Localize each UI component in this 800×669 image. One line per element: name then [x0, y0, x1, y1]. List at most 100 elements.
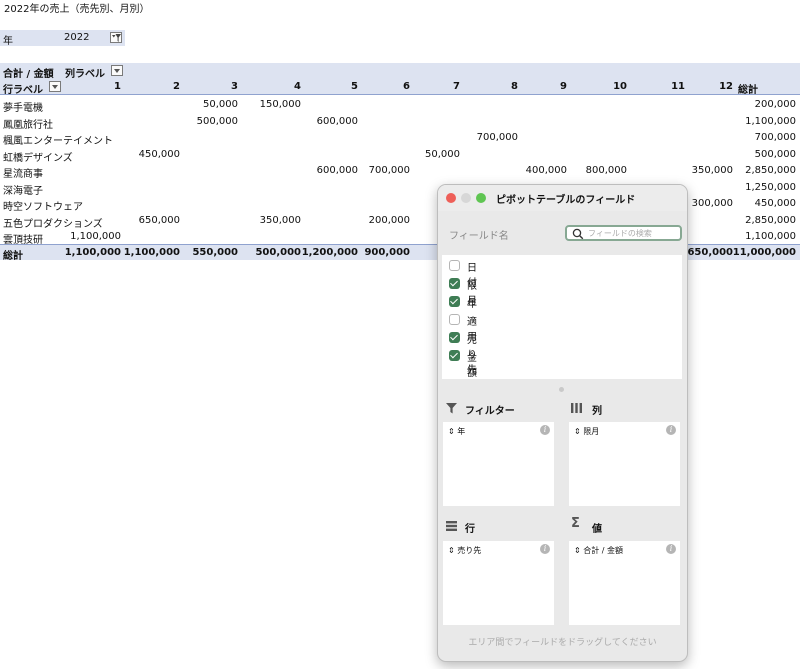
data-cell: 350,000 — [259, 214, 301, 226]
row-total-cell: 200,000 — [754, 99, 796, 110]
row-labels-dropdown-icon[interactable] — [49, 81, 61, 92]
item-label: 合計 / 金額 — [583, 546, 624, 555]
row-total-cell: 1,100,000 — [745, 231, 796, 242]
panel-title: ピボットテーブルのフィールド — [496, 195, 636, 206]
checkbox[interactable] — [449, 260, 460, 271]
checkbox[interactable] — [449, 350, 460, 361]
grand-total-cell: 650,000 — [687, 247, 733, 258]
columns-icon — [571, 403, 582, 413]
grand-total-cell: 1,100,000 — [64, 247, 121, 258]
month-header: 9 — [560, 81, 567, 92]
checkbox[interactable] — [449, 296, 460, 307]
month-header: 5 — [351, 81, 358, 92]
month-header: 1 — [114, 81, 121, 92]
values-area-label: 値 — [592, 524, 602, 535]
data-cell: 300,000 — [691, 198, 733, 209]
row-label: 鳳凰旅行社 — [3, 119, 53, 131]
row-label: 時空ソフトウェア — [3, 202, 83, 213]
pivot-fields-panel: ピボットテーブルのフィールド フィールド名 フィールドの検索 日付 限月 年 適… — [437, 184, 688, 662]
rows-area-item[interactable]: ⇕ 売り先 — [448, 545, 481, 556]
grand-total-header: 総計 — [738, 85, 758, 96]
data-cell: 450,000 — [138, 148, 180, 160]
checkbox[interactable] — [449, 314, 460, 325]
table-row: 鳳凰旅行社 500,000 600,000 1,100,000 — [0, 114, 800, 131]
field-search-input[interactable]: フィールドの検索 — [565, 225, 682, 241]
row-total-cell: 450,000 — [754, 198, 796, 209]
panel-titlebar: ピボットテーブルのフィールド — [438, 185, 687, 211]
row-label: 虹橋デザインズ — [3, 152, 73, 164]
month-header: 6 — [403, 81, 410, 92]
info-icon[interactable]: i — [540, 544, 550, 554]
column-labels-dropdown-icon[interactable] — [111, 65, 123, 76]
checkbox[interactable] — [449, 332, 460, 343]
data-cell: 600,000 — [316, 115, 358, 127]
filter-dropdown-icon[interactable] — [110, 32, 122, 43]
month-header: 12 — [719, 81, 733, 92]
row-total-cell: 1,100,000 — [745, 115, 796, 127]
row-label: 楓風エンターテイメント — [3, 136, 113, 147]
columns-area-item[interactable]: ⇕ 限月 — [574, 426, 599, 437]
columns-drop-area[interactable]: ⇕ 限月 i — [569, 422, 680, 506]
grand-total-cell: 1,100,000 — [123, 247, 180, 258]
grand-total-cell: 900,000 — [364, 247, 410, 258]
info-icon[interactable]: i — [540, 425, 550, 435]
info-icon[interactable]: i — [666, 425, 676, 435]
report-filter-row: 年 2022 — [0, 30, 125, 47]
data-cell: 50,000 — [203, 99, 238, 110]
sigma-icon: Σ — [571, 516, 580, 531]
row-total-cell: 500,000 — [754, 148, 796, 160]
rows-icon — [446, 521, 457, 531]
table-row: 星流商事 600,000 700,000 400,000 800,000 350,000 2… — [0, 163, 800, 180]
row-label: 深海電子 — [3, 185, 43, 197]
close-window-button[interactable] — [446, 193, 456, 203]
data-cell: 500,000 — [196, 115, 238, 127]
info-icon[interactable]: i — [666, 544, 676, 554]
grand-total-label: 総計 — [3, 251, 23, 262]
table-row: 楓風エンターテイメント 700,000 700,000 — [0, 130, 800, 147]
columns-area-label: 列 — [592, 406, 602, 417]
data-cell: 600,000 — [316, 165, 358, 176]
pivot-header-row-1: 合計 / 金額 列ラベル — [0, 63, 800, 80]
row-label: 五色プロダクションズ — [3, 218, 103, 230]
data-cell: 800,000 — [585, 165, 627, 176]
search-placeholder: フィールドの検索 — [588, 229, 652, 238]
pivot-header-row-2: 行ラベル 1 2 3 4 5 6 7 8 9 10 11 12 総計 — [0, 79, 800, 96]
values-drop-area[interactable]: ⇕ 合計 / 金額 i — [569, 541, 680, 625]
row-total-cell: 2,850,000 — [745, 214, 796, 226]
data-cell: 1,100,000 — [70, 231, 121, 242]
month-header: 11 — [671, 81, 685, 92]
month-header: 8 — [511, 81, 518, 92]
checkbox[interactable] — [449, 278, 460, 289]
data-cell: 400,000 — [525, 165, 567, 176]
value-field-header: 合計 / 金額 — [3, 69, 54, 80]
filters-area-item[interactable]: ⇕ 年 — [448, 426, 465, 437]
item-label: 限月 — [583, 427, 600, 436]
data-cell: 350,000 — [691, 165, 733, 176]
month-header: 4 — [294, 81, 301, 92]
column-labels-header: 列ラベル — [65, 69, 105, 80]
filters-area-label: フィルター — [465, 406, 515, 417]
field-list: 日付 限月 年 適用 売り先 金額 — [442, 255, 682, 379]
filter-field-label: 年 — [3, 36, 13, 47]
data-cell: 50,000 — [425, 148, 460, 160]
filter-icon — [446, 403, 457, 414]
row-label: 星流商事 — [3, 169, 43, 180]
row-total-cell: 700,000 — [754, 132, 796, 143]
field-name-label: フィールド名 — [449, 231, 509, 242]
rows-drop-area[interactable]: ⇕ 売り先 i — [443, 541, 554, 625]
data-cell: 150,000 — [259, 99, 301, 110]
search-icon — [572, 228, 584, 240]
item-label: 年 — [457, 427, 466, 436]
grand-total-cell: 1,200,000 — [301, 247, 358, 258]
splitter-handle[interactable] — [559, 387, 564, 392]
field-label: 金額 — [467, 353, 477, 379]
month-header: 10 — [613, 81, 627, 92]
row-total-cell: 2,850,000 — [745, 165, 796, 176]
minimize-window-button[interactable] — [461, 193, 471, 203]
zoom-window-button[interactable] — [476, 193, 486, 203]
filter-field-value: 2022 — [64, 32, 90, 43]
row-total-cell: 1,250,000 — [745, 181, 796, 193]
filters-drop-area[interactable]: ⇕ 年 i — [443, 422, 554, 506]
row-label: 夢手電機 — [3, 103, 43, 114]
values-area-item[interactable]: ⇕ 合計 / 金額 — [574, 545, 623, 556]
